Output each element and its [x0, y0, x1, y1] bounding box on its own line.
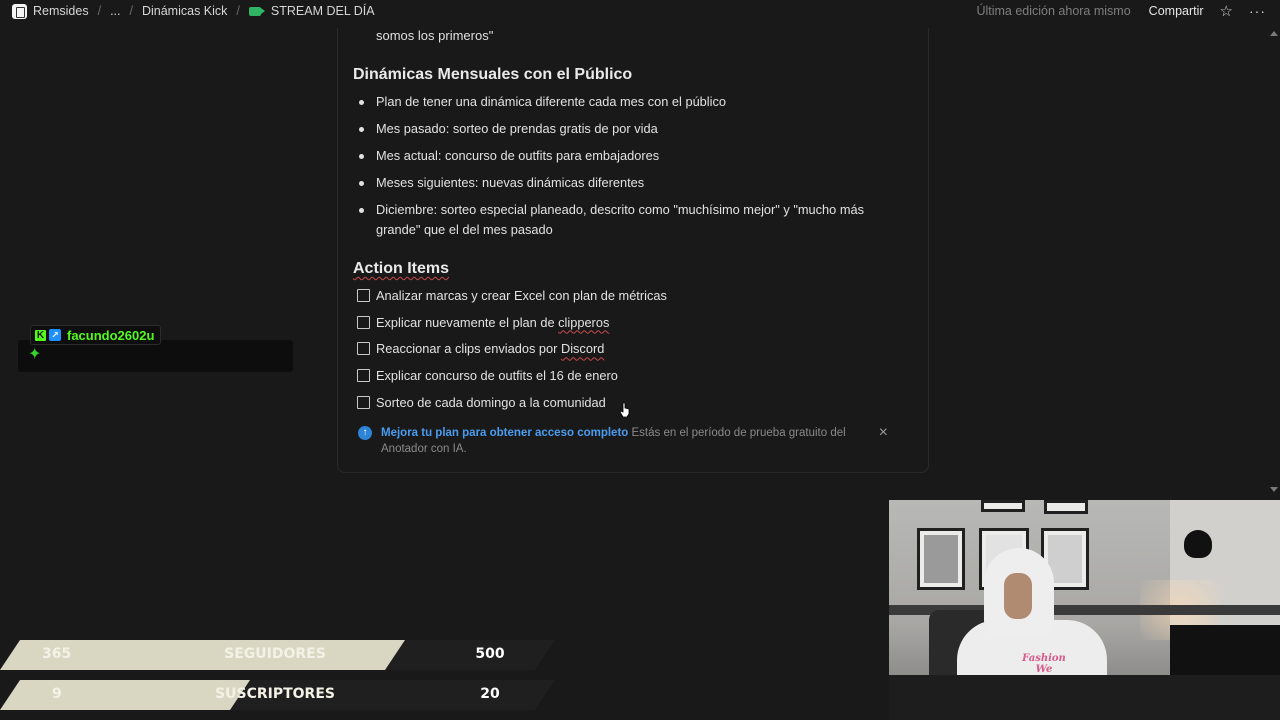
subscribers-goal: 20: [480, 686, 500, 702]
kick-badge-icon: K: [35, 329, 46, 341]
subscribers-goal-bar: 9 SUSCRIPTORES 20: [0, 680, 560, 710]
previous-bullet-continuation: somos los primeros": [376, 28, 494, 43]
todo-item: Explicar nuevamente el plan de clipperos: [353, 314, 893, 341]
breadcrumb-separator: /: [236, 4, 240, 18]
list-item: Plan de tener una dinámica diferente cad…: [353, 92, 893, 112]
breadcrumb-current[interactable]: STREAM DEL DÍA: [271, 4, 375, 18]
todo-checkbox[interactable]: [357, 395, 370, 409]
workspace-logo-icon[interactable]: [12, 3, 27, 19]
todo-checkbox[interactable]: [357, 342, 370, 356]
verified-badge-icon: ↗: [49, 329, 61, 341]
webcam-feed: Fashion We: [889, 500, 1280, 720]
followers-count: 365: [42, 646, 72, 662]
subscribers-count: 9: [52, 686, 62, 702]
todo-text[interactable]: Reaccionar a clips enviados por Discord: [376, 341, 604, 356]
section-heading: Dinámicas Mensuales con el Público: [353, 66, 633, 83]
top-bar: Remsides / ... / Dinámicas Kick / STREAM…: [0, 0, 1280, 22]
todo-text[interactable]: Sorteo de cada domingo a la comunidad: [376, 395, 606, 410]
bullet-list: Plan de tener una dinámica diferente cad…: [353, 92, 893, 247]
emote-icon: ✦: [28, 346, 42, 363]
list-item: Meses siguientes: nuevas dinámicas difer…: [353, 173, 893, 193]
video-camera-icon: [248, 6, 265, 16]
hand-cursor-icon: [620, 403, 630, 417]
todo-checkbox[interactable]: [357, 315, 370, 329]
upgrade-banner: ↑ Mejora tu plan para obtener acceso com…: [358, 425, 898, 457]
share-button[interactable]: Compartir: [1149, 4, 1204, 18]
breadcrumb-workspace[interactable]: Remsides: [33, 4, 89, 18]
todo-item: Analizar marcas y crear Excel con plan d…: [353, 287, 893, 314]
list-item: Mes pasado: sorteo de prendas gratis de …: [353, 119, 893, 139]
todo-item: Reaccionar a clips enviados por Discord: [353, 340, 893, 367]
list-item: Mes actual: concurso de outfits para emb…: [353, 146, 893, 166]
followers-goal: 500: [475, 646, 505, 662]
close-icon[interactable]: ×: [879, 425, 888, 441]
scroll-down-arrow-icon[interactable]: [1270, 487, 1278, 492]
followers-label: SEGUIDORES: [224, 646, 326, 662]
breadcrumb-parent[interactable]: Dinámicas Kick: [142, 4, 227, 18]
scroll-up-arrow-icon[interactable]: [1270, 31, 1278, 36]
chat-username-tag: K ↗ facundo2602u: [30, 325, 162, 345]
breadcrumb-separator: /: [129, 4, 133, 18]
upgrade-plan-link[interactable]: Mejora tu plan para obtener acceso compl…: [381, 427, 628, 439]
breadcrumb-ellipsis[interactable]: ...: [110, 4, 120, 18]
todo-text[interactable]: Analizar marcas y crear Excel con plan d…: [376, 288, 667, 303]
todo-text[interactable]: Explicar concurso de outfits el 16 de en…: [376, 368, 618, 383]
todo-item: Explicar concurso de outfits el 16 de en…: [353, 367, 893, 394]
upgrade-info-icon: ↑: [358, 426, 372, 440]
followers-goal-bar: 365 SEGUIDORES 500: [0, 640, 560, 670]
last-edited-status: Última edición ahora mismo: [976, 4, 1131, 18]
chat-username: facundo2602u: [67, 327, 155, 343]
todo-checkbox[interactable]: [357, 289, 370, 302]
breadcrumb-separator: /: [97, 4, 102, 18]
list-item: Diciembre: sorteo especial planeado, des…: [353, 200, 893, 240]
todo-list: Analizar marcas y crear Excel con plan d…: [353, 287, 893, 420]
todo-text[interactable]: Explicar nuevamente el plan de clipperos: [376, 315, 609, 330]
todo-checkbox[interactable]: [357, 369, 370, 383]
action-items-heading: Action Items: [353, 260, 450, 277]
favorite-star-icon[interactable]: ☆: [1220, 2, 1233, 20]
more-options-icon[interactable]: ···: [1249, 3, 1266, 19]
subscribers-label: SUSCRIPTORES: [215, 686, 335, 702]
ai-notes-block: somos los primeros" Dinámicas Mensuales …: [337, 28, 929, 473]
breadcrumb: Remsides / ... / Dinámicas Kick / STREAM…: [0, 3, 375, 19]
